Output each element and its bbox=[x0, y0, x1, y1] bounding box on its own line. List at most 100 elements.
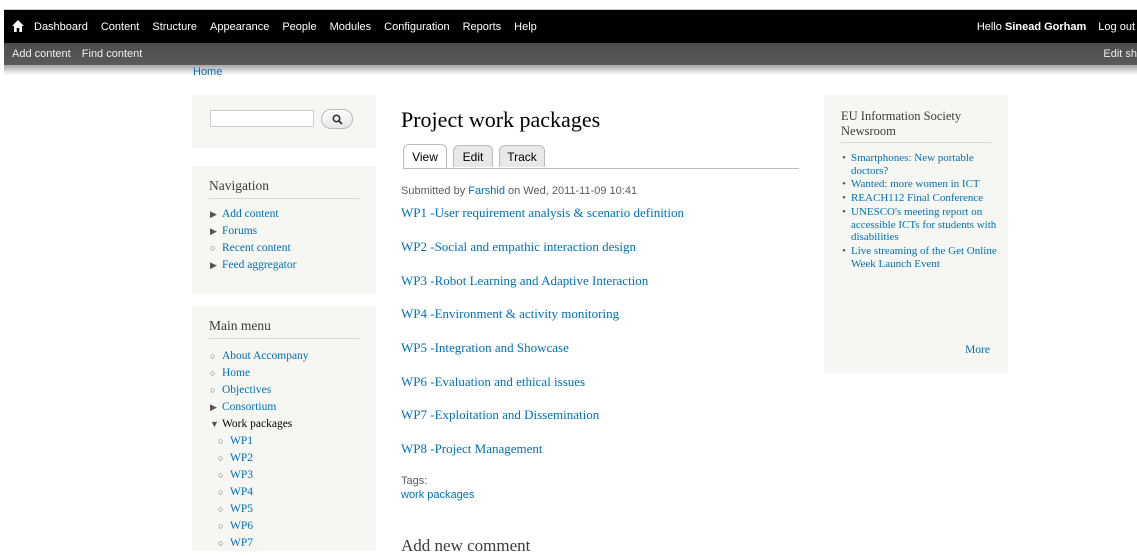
node-tabs: View Edit Track bbox=[403, 144, 799, 169]
author-link[interactable]: Farshid bbox=[468, 185, 505, 197]
news-item[interactable]: Live streaming of the Get Online Week La… bbox=[842, 245, 1002, 270]
main-menu-subitem-wp7[interactable]: ○ WP7 bbox=[210, 535, 309, 552]
leaf-bullet-icon: ○ bbox=[218, 470, 224, 480]
admin-menu-people[interactable]: People bbox=[282, 21, 316, 33]
search-icon bbox=[331, 113, 343, 125]
main-menu-item-work-packages[interactable]: ▼ Work packages bbox=[210, 416, 309, 433]
search-input[interactable] bbox=[210, 110, 314, 127]
leaf-bullet-icon: ○ bbox=[210, 385, 216, 395]
main-menu-item-label: Objectives bbox=[222, 384, 272, 396]
subitem-label: WP7 bbox=[230, 537, 253, 549]
admin-menu-modules[interactable]: Modules bbox=[330, 21, 372, 33]
main-menu-subitem-wp4[interactable]: ○ WP4 bbox=[210, 484, 309, 501]
submitted-prefix: Submitted by bbox=[401, 185, 466, 197]
wp3-link[interactable]: WP3 -Robot Learning and Adaptive Interac… bbox=[401, 273, 648, 289]
collapsed-arrow-icon: ▶ bbox=[210, 260, 217, 270]
news-title-line2: Newsroom bbox=[841, 124, 896, 138]
admin-menu-appearance[interactable]: Appearance bbox=[210, 21, 269, 33]
news-item[interactable]: Wanted: more women in ICT bbox=[842, 178, 1002, 191]
main-menu-subitem-wp3[interactable]: ○ WP3 bbox=[210, 467, 309, 484]
main-menu-subitem-wp6[interactable]: ○ WP6 bbox=[210, 518, 309, 535]
subitem-label: WP5 bbox=[230, 503, 253, 515]
toolbar-shadow bbox=[4, 65, 1137, 75]
admin-menu-dashboard[interactable]: Dashboard bbox=[34, 21, 88, 33]
nav-item-feed-aggregator[interactable]: ▶ Feed aggregator bbox=[210, 257, 296, 274]
main-menu-block: Main menu ○ About Accompany ○ Home ○ Object… bbox=[192, 306, 376, 551]
main-menu-item-objectives[interactable]: ○ Objectives bbox=[210, 382, 309, 399]
news-more-link[interactable]: More bbox=[965, 344, 990, 356]
main-menu-item-about[interactable]: ○ About Accompany bbox=[210, 348, 309, 365]
leaf-bullet-icon: ○ bbox=[210, 368, 216, 378]
leaf-bullet-icon: ○ bbox=[218, 521, 224, 531]
user-name-link[interactable]: Sinead Gorham bbox=[1005, 21, 1086, 33]
main-menu-item-consortium[interactable]: ▶ Consortium bbox=[210, 399, 309, 416]
submitted-info: Submitted by Farshid on Wed, 2011-11-09 … bbox=[401, 185, 637, 197]
wp6-link[interactable]: WP6 -Evaluation and ethical issues bbox=[401, 374, 585, 390]
wp8-link[interactable]: WP8 -Project Management bbox=[401, 441, 543, 457]
greeting-text: Hello bbox=[976, 20, 1002, 33]
user-area: Hello Sinead Gorham Log out bbox=[977, 10, 1135, 43]
breadcrumb-home[interactable]: Home bbox=[193, 66, 222, 78]
main-menu: ○ About Accompany ○ Home ○ Objectives ▶ Cons… bbox=[210, 348, 309, 552]
navigation-menu: ▶ Add content ▶ Forums ○ Recent content ▶ Fe… bbox=[210, 206, 296, 274]
main-menu-item-label: Home bbox=[222, 367, 251, 379]
news-title-line1: EU Information Society bbox=[841, 109, 962, 123]
news-block: EU Information Society Newsroom Smartpho… bbox=[824, 95, 1008, 373]
leaf-bullet-icon: ○ bbox=[210, 351, 216, 361]
news-item[interactable]: Smartphones: New portable doctors? bbox=[842, 152, 1002, 177]
news-item[interactable]: UNESCO's meeting report on accessible IC… bbox=[842, 206, 1002, 244]
subitem-label: WP4 bbox=[230, 486, 253, 498]
wp5-link[interactable]: WP5 -Integration and Showcase bbox=[401, 340, 569, 356]
edit-shortcuts-link[interactable]: Edit sh bbox=[1103, 48, 1137, 60]
leaf-bullet-icon: ○ bbox=[210, 243, 216, 253]
subitem-label: WP2 bbox=[230, 452, 253, 464]
nav-item-add-content[interactable]: ▶ Add content bbox=[210, 206, 296, 223]
admin-menu-reports[interactable]: Reports bbox=[463, 21, 502, 33]
nav-item-label: Add content bbox=[222, 208, 279, 220]
nav-item-label: Forums bbox=[222, 225, 258, 237]
nav-item-forums[interactable]: ▶ Forums bbox=[210, 223, 296, 240]
subitem-label: WP6 bbox=[230, 520, 253, 532]
submitted-date: on Wed, 2011-11-09 10:41 bbox=[508, 185, 638, 197]
main-menu-item-label: Consortium bbox=[222, 401, 277, 413]
collapsed-arrow-icon: ▶ bbox=[210, 226, 217, 236]
admin-menu: Dashboard Content Structure Appearance P… bbox=[34, 10, 550, 43]
home-icon[interactable] bbox=[12, 20, 24, 32]
tag-work-packages-link[interactable]: work packages bbox=[401, 489, 474, 501]
main-menu-subitem-wp1[interactable]: ○ WP1 bbox=[210, 433, 309, 450]
leaf-bullet-icon: ○ bbox=[218, 538, 224, 548]
wp7-link[interactable]: WP7 -Exploitation and Dissemination bbox=[401, 407, 599, 423]
admin-menu-configuration[interactable]: Configuration bbox=[384, 21, 449, 33]
leaf-bullet-icon: ○ bbox=[218, 453, 224, 463]
admin-menu-structure[interactable]: Structure bbox=[152, 21, 197, 33]
window-top-edge bbox=[0, 0, 1137, 10]
search-button[interactable] bbox=[321, 109, 353, 129]
wp2-link[interactable]: WP2 -Social and empathic interaction des… bbox=[401, 239, 636, 255]
nav-item-recent-content[interactable]: ○ Recent content bbox=[210, 240, 296, 257]
main-menu-item-home[interactable]: ○ Home bbox=[210, 365, 309, 382]
tab-view[interactable]: View bbox=[403, 144, 447, 168]
main-menu-subitem-wp2[interactable]: ○ WP2 bbox=[210, 450, 309, 467]
main-menu-subitem-wp5[interactable]: ○ WP5 bbox=[210, 501, 309, 518]
news-divider bbox=[841, 142, 991, 143]
wp1-link[interactable]: WP1 -User requirement analysis & scenari… bbox=[401, 205, 684, 221]
leaf-bullet-icon: ○ bbox=[218, 504, 224, 514]
admin-menu-content[interactable]: Content bbox=[101, 21, 140, 33]
page-title: Project work packages bbox=[401, 107, 601, 132]
news-item[interactable]: REACH112 Final Conference bbox=[842, 192, 1002, 205]
expanded-arrow-icon: ▼ bbox=[210, 419, 219, 429]
shortcuts-bar: Add content Find content Edit sh bbox=[4, 43, 1137, 65]
tags-label: Tags: bbox=[401, 475, 428, 487]
wp4-link[interactable]: WP4 -Environment & activity monitoring bbox=[401, 306, 619, 322]
subitem-label: WP1 bbox=[230, 435, 253, 447]
shortcut-find-content[interactable]: Find content bbox=[82, 48, 143, 60]
nav-item-label: Feed aggregator bbox=[222, 259, 297, 271]
collapsed-arrow-icon: ▶ bbox=[210, 402, 217, 412]
logout-link[interactable]: Log out bbox=[1098, 21, 1135, 33]
tab-edit[interactable]: Edit bbox=[453, 145, 493, 167]
admin-menu-help[interactable]: Help bbox=[514, 21, 537, 33]
leaf-bullet-icon: ○ bbox=[218, 436, 224, 446]
shortcut-add-content[interactable]: Add content bbox=[12, 48, 71, 60]
main-menu-item-label: Work packages bbox=[222, 418, 293, 430]
tab-track[interactable]: Track bbox=[499, 145, 545, 167]
